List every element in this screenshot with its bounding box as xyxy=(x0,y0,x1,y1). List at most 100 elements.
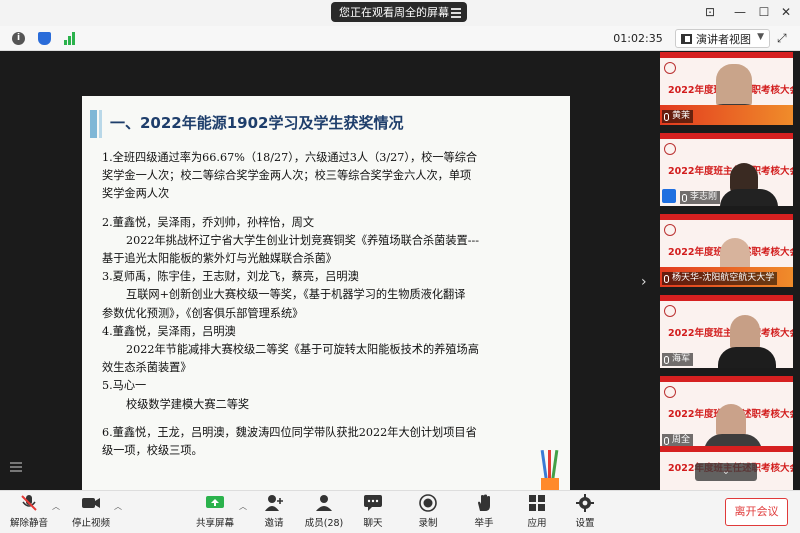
leave-meeting-button[interactable]: 离开会议 xyxy=(725,498,788,526)
slide-line: 1.全班四级通过率为66.67%（18/27），六级通过3人（3/27），校一等… xyxy=(102,151,478,164)
school-logo xyxy=(664,62,676,74)
slide-line: 基于追光太阳能板的紫外灯与光触媒联合杀菌》 xyxy=(102,252,337,266)
stop-video-label: 停止视频 xyxy=(71,518,110,529)
slide-title: 一、2022年能源1902学习及学生获奖情况 xyxy=(110,114,404,132)
slide-line: 互联网+创新创业大赛校级一等奖，《基于机器学习的生物质液化翻译 xyxy=(126,288,466,302)
camera-icon xyxy=(81,494,101,512)
speaker-view-icon xyxy=(681,33,692,44)
chat-label: 聊天 xyxy=(363,518,383,529)
chat-button[interactable]: 聊天 xyxy=(358,494,388,529)
share-notice-text: 您正在观看周全的屏幕 xyxy=(339,6,449,19)
share-screen-button[interactable]: 共享屏幕 xyxy=(192,494,238,529)
user-icon xyxy=(662,189,676,203)
meeting-controls: 解除静音 ︿ 停止视频 ︿ 共享屏幕 ︿ 邀请 成员(28) 聊天 录制 举手 … xyxy=(0,490,800,533)
settings-label: 设置 xyxy=(575,518,595,529)
slide-line: 参数优化预测》，《创客俱乐部管理系统》 xyxy=(102,306,304,320)
chevron-right-icon[interactable]: › xyxy=(641,274,647,290)
shield-icon[interactable] xyxy=(38,32,51,45)
slide: 一、2022年能源1902学习及学生获奖情况 1.全班四级通过率为66.67%（… xyxy=(82,96,570,512)
participant-tile[interactable]: 2022年度班主任述职考核大会 海军 xyxy=(660,295,793,368)
apps-label: 应用 xyxy=(527,518,547,529)
shared-screen: 一、2022年能源1902学习及学生获奖情况 1.全班四级通过率为66.67%（… xyxy=(0,52,652,512)
info-icon[interactable]: i xyxy=(12,32,25,45)
slide-line: 奖学金两人次 xyxy=(102,187,170,201)
fullscreen-icon[interactable]: ⤢ xyxy=(777,31,787,46)
record-icon xyxy=(418,494,438,512)
gear-icon xyxy=(575,494,595,512)
share-notice-pill[interactable]: 您正在观看周全的屏幕 xyxy=(331,2,467,22)
slide-line: 6.董鑫悦，王龙，吕明澳，魏波涛四位同学带队获批2022年大创计划项目省 xyxy=(102,425,477,439)
title-accent xyxy=(90,110,97,138)
record-label: 录制 xyxy=(418,518,438,529)
slide-line: 4.董鑫悦，吴泽雨，吕明澳 xyxy=(102,324,236,338)
title-bar: 您正在观看周全的屏幕 ⊡ — ☐ ✕ xyxy=(0,0,800,26)
slide-line: 级一项，校级三项。 xyxy=(102,444,203,458)
raise-hand-button[interactable]: 举手 xyxy=(469,494,499,529)
menu-icon[interactable] xyxy=(451,6,461,18)
scroll-down-button[interactable]: ⌄ xyxy=(695,463,757,481)
members-icon xyxy=(314,494,334,512)
minimize-icon[interactable]: — xyxy=(733,5,747,19)
mic-icon xyxy=(664,274,669,283)
school-logo xyxy=(664,386,676,398)
drag-handle-icon[interactable] xyxy=(10,460,22,472)
participant-tile[interactable]: 2022年度班主任述职考核大会 周全 xyxy=(660,376,793,449)
chevron-up-icon[interactable]: ︿ xyxy=(239,501,247,512)
meeting-toolbar: i 01:02:35 演讲者视图 ▼ ⤢ xyxy=(0,26,800,51)
mic-icon xyxy=(664,436,669,445)
meeting-timer: 01:02:35 xyxy=(613,32,663,45)
school-logo xyxy=(664,224,676,236)
slide-line: 2022年挑战杯辽宁省大学生创业计划竞赛铜奖《养殖场联合杀菌装置--- xyxy=(126,233,480,247)
invite-label: 邀请 xyxy=(264,518,284,529)
slide-line: 2.董鑫悦，吴泽雨，乔刘帅，孙梓怡，周文 xyxy=(102,215,315,229)
slide-line: 奖学金一人次；校二等综合奖学金两人次；校三等综合奖学金六人次，单项 xyxy=(102,169,472,183)
unmute-label: 解除静音 xyxy=(9,518,48,529)
school-logo xyxy=(664,305,676,317)
maximize-icon[interactable]: ☐ xyxy=(757,5,771,19)
participant-tile[interactable]: 2022年度班主任述职考核大会 杨天华-沈阳航空航天大学 xyxy=(660,214,793,287)
hand-icon xyxy=(474,494,494,512)
members-label: 成员(28) xyxy=(304,518,344,529)
slide-body: 1.全班四级通过率为66.67%（18/27），六级通过3人（3/27），校一等… xyxy=(102,149,560,460)
slide-line: 2022年节能减排大赛校级二等奖《基于可旋转太阳能板技术的养殖场高 xyxy=(126,343,479,357)
speaker-view-button[interactable]: 演讲者视图 ▼ xyxy=(675,29,770,48)
slide-line: 5.马心一 xyxy=(102,379,147,393)
chevron-up-icon[interactable]: ︿ xyxy=(52,501,60,512)
participant-name: 黄茉 xyxy=(662,110,694,123)
mic-icon xyxy=(682,193,687,202)
mic-icon xyxy=(664,355,669,364)
add-user-icon xyxy=(264,494,284,512)
mic-off-icon xyxy=(19,494,39,512)
close-icon[interactable]: ✕ xyxy=(779,5,793,19)
chevron-down-icon: ▼ xyxy=(757,32,764,42)
title-accent-light xyxy=(99,110,102,138)
participant-tile[interactable]: 2022年度班主任述职考核大会 李志刚 xyxy=(660,133,793,206)
stop-video-button[interactable]: 停止视频 xyxy=(70,494,112,529)
mic-icon xyxy=(664,112,669,121)
share-screen-label: 共享屏幕 xyxy=(195,518,234,529)
school-logo xyxy=(664,143,676,155)
apps-icon xyxy=(527,494,547,512)
share-screen-icon xyxy=(205,494,225,512)
unmute-button[interactable]: 解除静音 xyxy=(8,494,50,529)
chat-icon xyxy=(363,494,383,512)
chevron-up-icon[interactable]: ︿ xyxy=(114,501,122,512)
members-button[interactable]: 成员(28) xyxy=(302,494,346,529)
participant-name: 李志刚 xyxy=(680,191,721,204)
speaker-view-label: 演讲者视图 xyxy=(696,32,751,46)
apps-button[interactable]: 应用 xyxy=(522,494,552,529)
participant-name: 杨天华-沈阳航空航天大学 xyxy=(662,272,778,285)
slide-line: 3.夏师禹，陈宇佳，王志财，刘龙飞，蔡亮，吕明澳 xyxy=(102,270,359,284)
pin-icon[interactable]: ⊡ xyxy=(703,5,717,19)
invite-button[interactable]: 邀请 xyxy=(258,494,290,529)
slide-line: 校级数学建模大赛二等奖 xyxy=(126,397,250,411)
participant-name: 海军 xyxy=(662,353,694,366)
slide-line: 效生态杀菌装置》 xyxy=(102,361,192,375)
raise-hand-label: 举手 xyxy=(474,518,494,529)
participant-strip: 2022年度班主任述职考核大会 黄茉 2022年度班主任述职考核大会 李志刚 2… xyxy=(652,52,800,490)
participant-tile[interactable]: 2022年度班主任述职考核大会 黄茉 xyxy=(660,52,793,125)
record-button[interactable]: 录制 xyxy=(413,494,443,529)
settings-button[interactable]: 设置 xyxy=(570,494,600,529)
meeting-window: 您正在观看周全的屏幕 ⊡ — ☐ ✕ i 01:02:35 演讲者视图 ▼ ⤢ … xyxy=(0,0,800,533)
signal-icon[interactable] xyxy=(64,32,77,45)
